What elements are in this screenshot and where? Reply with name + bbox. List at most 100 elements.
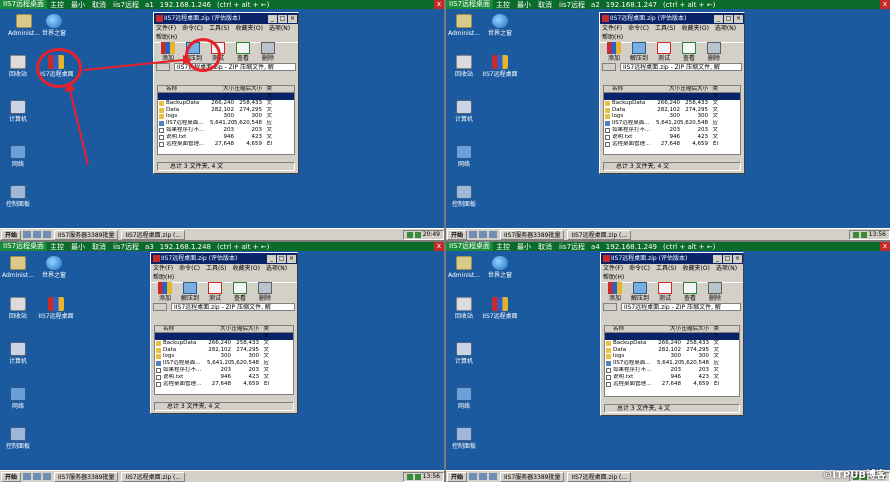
archive-path[interactable]: IIS7远程桌面.zip - ZIP 压缩文件, 解: [621, 303, 741, 311]
table-row[interactable]: .. 文: [155, 333, 293, 340]
task-button-iis7[interactable]: IIS7服务器3389批量: [500, 471, 565, 482]
cancel-link[interactable]: 取消: [538, 242, 552, 252]
table-row[interactable]: 如果程序打不... 203 203 文: [155, 367, 293, 374]
desktop-icon-world[interactable]: 世界之窗: [30, 256, 78, 280]
task-button-zip[interactable]: IIS7远程桌面.zip (...: [567, 471, 632, 482]
delete-button[interactable]: 删除: [703, 42, 725, 62]
quicklaunch-icon[interactable]: [23, 231, 32, 238]
tray-icon[interactable]: [406, 231, 413, 238]
main-control-link[interactable]: 主控: [50, 242, 64, 252]
desktop-icon-rar[interactable]: IIS7远程桌面: [476, 297, 524, 321]
desktop-icon-control[interactable]: 控制面板: [446, 185, 488, 209]
col-name[interactable]: 名称: [158, 86, 210, 92]
maximize-icon[interactable]: □: [278, 14, 287, 23]
minimize-icon[interactable]: _: [714, 14, 723, 23]
add-button[interactable]: 添加: [154, 282, 176, 302]
start-button[interactable]: 开始: [447, 471, 468, 482]
col-packed[interactable]: 压缩后大小: [231, 326, 259, 332]
extract-button[interactable]: 解压到: [628, 42, 650, 62]
minimize-icon[interactable]: _: [267, 254, 276, 263]
close-icon[interactable]: x: [880, 0, 890, 9]
table-row[interactable]: 说明.txt 946 423 文: [158, 134, 294, 141]
add-button[interactable]: 添加: [157, 42, 179, 62]
cancel-link[interactable]: 取消: [92, 0, 106, 10]
col-type[interactable]: 类: [259, 326, 269, 332]
desktop-icon-network[interactable]: 网络: [446, 145, 488, 169]
minimize-link[interactable]: 最小: [71, 242, 85, 252]
col-packed[interactable]: 压缩后大小: [681, 326, 709, 332]
table-row[interactable]: BackupData 266,240 258,433 文: [158, 100, 294, 107]
window-titlebar[interactable]: IIS7远程桌面.zip (评估版本) _ □ ×: [600, 13, 744, 24]
table-row[interactable]: BackupData 266,240 258,433 文: [155, 340, 293, 347]
table-row[interactable]: IIS7远程桌面...5,641,2085,620,548应: [158, 120, 294, 127]
desktop-icon-rar[interactable]: IIS7远程桌面: [476, 55, 524, 79]
close-icon[interactable]: x: [880, 242, 890, 251]
view-button[interactable]: 查看: [229, 282, 251, 302]
table-row[interactable]: 如果程序打不... 203 203 文: [158, 127, 294, 134]
col-size[interactable]: 大小: [657, 326, 681, 332]
close-icon[interactable]: ×: [734, 14, 743, 23]
menu-commands[interactable]: 命令(C): [628, 24, 649, 34]
desktop-icon-computer[interactable]: 计算机: [0, 100, 42, 124]
minimize-link[interactable]: 最小: [517, 242, 531, 252]
archive-path[interactable]: IIS7远程桌面.zip - ZIP 压缩文件, 解: [620, 63, 742, 71]
tray-icon[interactable]: [414, 231, 421, 238]
remote-pane-a2[interactable]: IIS7远程桌面 主控 最小 取消 iis7远程 a2 192.168.1.24…: [446, 0, 890, 240]
main-control-link[interactable]: 主控: [496, 242, 510, 252]
desktop-icon-network[interactable]: 网络: [0, 145, 42, 169]
test-button[interactable]: 测试: [653, 42, 675, 62]
test-button[interactable]: 测试: [204, 282, 226, 302]
menu-help[interactable]: 帮助(H): [600, 34, 744, 42]
table-row[interactable]: 远程桌面管理... 27,648 4,659 El: [605, 381, 739, 388]
menu-help[interactable]: 帮助(H): [601, 274, 743, 282]
view-button[interactable]: 查看: [679, 282, 701, 302]
quicklaunch-icon[interactable]: [469, 473, 478, 480]
close-icon[interactable]: x: [434, 242, 444, 251]
tray-icon[interactable]: [852, 231, 859, 238]
minimize-icon[interactable]: _: [268, 14, 277, 23]
window-titlebar[interactable]: IIS7远程桌面.zip (评估版本) _ □ ×: [154, 13, 298, 24]
menu-help[interactable]: 帮助(H): [151, 274, 297, 282]
view-button[interactable]: 查看: [678, 42, 700, 62]
task-button-zip[interactable]: IIS7远程桌面.zip (...: [121, 229, 186, 240]
desktop-icon-control[interactable]: 控制面板: [0, 185, 42, 209]
tray-icon[interactable]: [406, 473, 413, 480]
menu-favorites[interactable]: 收藏夹(O): [682, 264, 709, 274]
menu-tools[interactable]: 工具(S): [656, 264, 677, 274]
table-row[interactable]: Data 282,102 274,295 文: [155, 347, 293, 354]
desktop-icon-network[interactable]: 网络: [0, 387, 42, 411]
main-control-link[interactable]: 主控: [496, 0, 510, 10]
test-button[interactable]: 测试: [654, 282, 676, 302]
task-button-zip[interactable]: IIS7远程桌面.zip (...: [121, 471, 186, 482]
file-list[interactable]: 名称 大小 压缩后大小 类 .. 文 BackupData 266,240 258,4…: [604, 325, 740, 397]
cancel-link[interactable]: 取消: [92, 242, 106, 252]
tray-icon[interactable]: [414, 473, 421, 480]
cancel-link[interactable]: 取消: [538, 0, 552, 10]
close-icon[interactable]: x: [434, 0, 444, 9]
menu-favorites[interactable]: 收藏夹(O): [233, 264, 260, 274]
quicklaunch-icon[interactable]: [489, 231, 498, 238]
minimize-icon[interactable]: _: [713, 254, 722, 263]
file-list[interactable]: 名称 大小 压缩后大小 类 .. 文 BackupData 266,240 258,4…: [603, 85, 741, 155]
table-row[interactable]: .. 文: [604, 93, 740, 100]
close-icon[interactable]: ×: [287, 254, 296, 263]
add-button[interactable]: 添加: [604, 282, 626, 302]
col-packed[interactable]: 压缩后大小: [234, 86, 262, 92]
col-type[interactable]: 类: [708, 86, 718, 92]
quicklaunch-icon[interactable]: [489, 473, 498, 480]
extract-button[interactable]: 解压到: [179, 282, 201, 302]
quicklaunch-icon[interactable]: [43, 231, 52, 238]
table-row[interactable]: Data 282,102 274,295 文: [605, 347, 739, 354]
menu-tools[interactable]: 工具(S): [209, 24, 230, 34]
tray-icon[interactable]: [860, 231, 867, 238]
window-titlebar[interactable]: IIS7远程桌面.zip (评估版本) _ □ ×: [601, 253, 743, 264]
remote-pane-a4[interactable]: IIS7远程桌面 主控 最小 取消 iis7远程 a4 192.168.1.24…: [446, 242, 890, 482]
menu-file[interactable]: 文件(F): [153, 264, 173, 274]
maximize-icon[interactable]: □: [723, 254, 732, 263]
table-row[interactable]: Data 282,102 274,295 文: [158, 107, 294, 114]
table-row[interactable]: BackupData 266,240 258,433 文: [605, 340, 739, 347]
winrar-window[interactable]: IIS7远程桌面.zip (评估版本) _ □ × 文件(F) 命令(C) 工具(S)…: [599, 12, 745, 174]
menu-file[interactable]: 文件(F): [602, 24, 622, 34]
table-row[interactable]: logs 300 300 文: [158, 113, 294, 120]
window-titlebar[interactable]: IIS7远程桌面.zip (评估版本) _ □ ×: [151, 253, 297, 264]
